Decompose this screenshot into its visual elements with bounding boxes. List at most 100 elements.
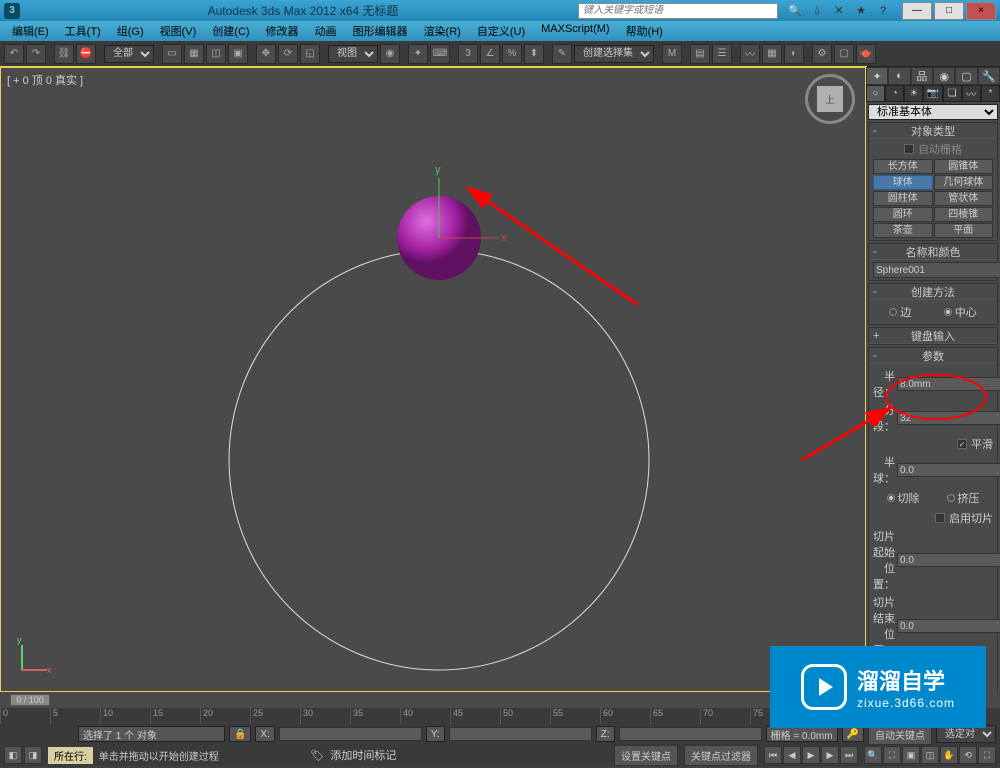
schematic-icon[interactable]: ▦ [762,44,782,64]
add-time-tag[interactable]: 添加时间标记 [330,747,396,763]
zoom-icon[interactable]: 🔍 [864,746,882,764]
select-name-icon[interactable]: ▦ [184,44,204,64]
exchange-icon[interactable]: ✕ [832,4,846,18]
setkey-button[interactable]: 设置关键点 [614,745,678,766]
signin-icon[interactable]: ⍙ [810,4,824,18]
segments-input[interactable] [897,411,1000,425]
align-icon[interactable]: ▤ [690,44,710,64]
select-icon[interactable]: ▭ [162,44,182,64]
goto-start-icon[interactable]: ⏮ [764,746,782,764]
radio-squash[interactable] [947,494,955,502]
prev-frame-icon[interactable]: ◀ [783,746,801,764]
tab-hierarchy[interactable]: 品 [911,67,933,85]
render-setup-icon[interactable]: ⚙ [812,44,832,64]
search-icon[interactable]: 🔍 [788,4,802,18]
subtab-geometry[interactable]: ○ [866,85,885,102]
subtab-systems[interactable]: * [981,85,1000,102]
undo-icon[interactable]: ↶ [4,44,24,64]
viewport-top[interactable]: [ + 0 顶 0 真实 ] x y 上 y x [0,67,866,692]
menu-group[interactable]: 组(G) [109,21,152,41]
render-frame-icon[interactable]: ▢ [834,44,854,64]
mini-listener-icon[interactable]: ◧ [4,746,22,764]
maximize-button[interactable]: □ [934,2,964,20]
edit-named-sel-icon[interactable]: ✎ [552,44,572,64]
percent-snap-icon[interactable]: % [502,44,522,64]
favorite-icon[interactable]: ★ [854,4,868,18]
subtab-helpers[interactable]: ❏ [943,85,962,102]
tab-display[interactable]: ▢ [955,67,977,85]
app-icon[interactable]: 3 [4,3,20,19]
pan-icon[interactable]: ✋ [940,746,958,764]
mini-listener2-icon[interactable]: ◨ [24,746,42,764]
radius-input[interactable] [897,377,1000,391]
spinner-snap-icon[interactable]: ⬍ [524,44,544,64]
scale-icon[interactable]: ◱ [300,44,320,64]
link-icon[interactable]: ⛓ [54,44,74,64]
angle-snap-icon[interactable]: ∠ [480,44,500,64]
menu-views[interactable]: 视图(V) [152,21,205,41]
help-search-input[interactable] [578,3,778,19]
coord-y-input[interactable] [449,727,592,741]
btn-plane[interactable]: 平面 [934,223,994,238]
menu-customize[interactable]: 自定义(U) [469,21,533,41]
move-icon[interactable]: ✥ [256,44,276,64]
menu-help[interactable]: 帮助(H) [618,21,671,41]
tab-create[interactable]: ✦ [866,67,888,85]
filter-combo[interactable]: 全部 [104,45,154,63]
slice-from-input[interactable] [897,553,1000,567]
menu-graph-editors[interactable]: 图形编辑器 [345,21,416,41]
named-selset-combo[interactable]: 创建选择集 [574,45,654,63]
play-icon[interactable]: ▶ [802,746,820,764]
key-mode-icon[interactable]: 🔑 [842,726,864,742]
coord-x-input[interactable] [279,727,422,741]
menu-animation[interactable]: 动画 [307,21,345,41]
mirror-icon[interactable]: M [662,44,682,64]
subtab-spacewarps[interactable]: 〰 [962,85,981,102]
curve-editor-icon[interactable]: 〰 [740,44,760,64]
btn-pyramid[interactable]: 四棱锥 [934,207,994,222]
rotate-icon[interactable]: ⟳ [278,44,298,64]
btn-teapot[interactable]: 茶壶 [873,223,933,238]
rollout-toggle-icon[interactable]: - [873,125,877,137]
manipulate-icon[interactable]: ✦ [408,44,428,64]
radio-chop[interactable] [887,494,895,502]
subtab-shapes[interactable]: ◔ [885,85,904,102]
orbit-icon[interactable]: ⟲ [959,746,977,764]
keymode-icon[interactable]: ⌨ [430,44,450,64]
coord-z-input[interactable] [619,727,762,741]
btn-torus[interactable]: 圆环 [873,207,933,222]
btn-tube[interactable]: 管状体 [934,191,994,206]
goto-end-icon[interactable]: ⏭ [840,746,858,764]
btn-geosphere[interactable]: 几何球体 [934,175,994,190]
smooth-checkbox[interactable]: ✓ [957,439,967,449]
tab-utilities[interactable]: 🔧 [978,67,1000,85]
snap-icon[interactable]: 3 [458,44,478,64]
hemisphere-input[interactable] [897,463,1000,477]
slice-on-checkbox[interactable] [935,513,945,523]
menu-create[interactable]: 创建(C) [204,21,257,41]
btn-sphere[interactable]: 球体 [873,175,933,190]
subtab-lights[interactable]: ☀ [904,85,923,102]
menu-maxscript[interactable]: MAXScript(M) [533,21,617,41]
next-frame-icon[interactable]: ▶ [821,746,839,764]
help-icon[interactable]: ? [876,4,890,18]
tab-motion[interactable]: ◉ [933,67,955,85]
maximize-viewport-icon[interactable]: ⛶ [978,746,996,764]
time-slider-handle[interactable]: 0 / 100 [10,694,50,706]
close-button[interactable]: × [966,2,996,20]
lock-icon[interactable]: 🔒 [229,726,251,742]
viewcube[interactable]: 上 [805,74,855,124]
select-region-icon[interactable]: ◫ [206,44,226,64]
refcoord-combo[interactable]: 视图 [328,45,378,63]
minimize-button[interactable]: — [902,2,932,20]
pivot-icon[interactable]: ◉ [380,44,400,64]
radio-center[interactable] [944,308,952,316]
btn-cylinder[interactable]: 圆柱体 [873,191,933,206]
fov-icon[interactable]: ◫ [921,746,939,764]
zoom-extents-icon[interactable]: ▣ [902,746,920,764]
menu-modifiers[interactable]: 修改器 [258,21,307,41]
render-icon[interactable]: 🫖 [856,44,876,64]
subtab-cameras[interactable]: 📷 [923,85,942,102]
time-tag-icon[interactable]: 🏷 [310,749,324,762]
redo-icon[interactable]: ↷ [26,44,46,64]
